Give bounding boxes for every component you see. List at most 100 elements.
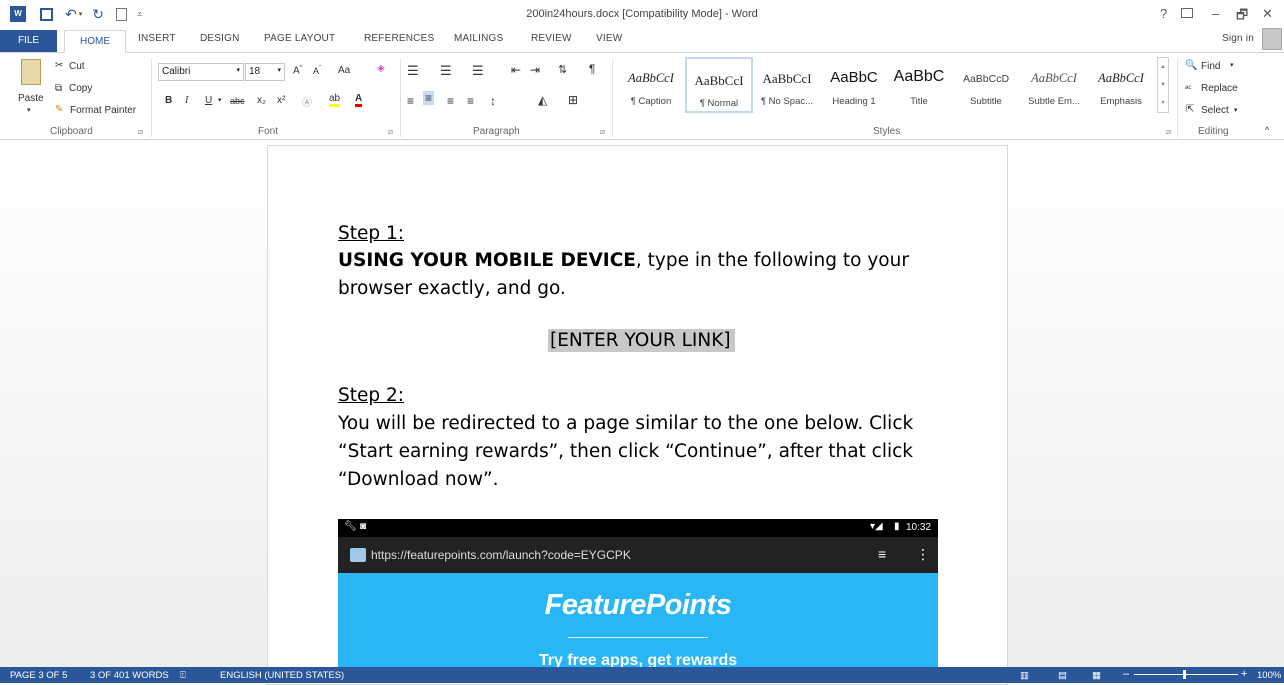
collapse-ribbon-icon[interactable]: ^ [1265,125,1269,135]
word-count[interactable]: 3 OF 401 WORDS [90,670,169,681]
format-painter-icon[interactable]: ✎ [55,104,63,115]
align-right-icon[interactable]: ≡ [447,94,454,108]
clear-formatting-icon[interactable]: ◈ [377,63,385,74]
replace-button[interactable]: Replace [1201,83,1238,94]
page-count[interactable]: PAGE 3 OF 5 [10,670,67,681]
user-avatar-icon[interactable] [1262,28,1282,50]
style-title[interactable]: AaBbC Title [885,57,953,113]
read-mode-icon[interactable]: ▥ [1020,670,1029,681]
align-left-icon[interactable]: ≡ [407,94,414,108]
cut-button[interactable]: Cut [69,61,85,72]
web-layout-icon[interactable]: ▦ [1092,670,1101,681]
tab-mailings[interactable]: MAILINGS [454,33,503,44]
paste-dropdown-icon[interactable]: ▾ [27,106,31,114]
borders-icon[interactable]: ⊞ [568,93,578,107]
cut-icon[interactable]: ✂ [55,60,63,71]
tab-references[interactable]: REFERENCES [364,33,434,44]
find-dropdown-icon[interactable]: ▾ [1230,61,1234,69]
help-icon[interactable]: ? [1160,6,1167,21]
underline-button[interactable]: U [205,95,212,106]
select-dropdown-icon[interactable]: ▾ [1234,106,1238,114]
style-no-spacing[interactable]: AaBbCcI ¶ No Spac... [753,57,821,113]
zoom-slider[interactable] [1134,674,1238,675]
tab-home[interactable]: HOME [64,30,126,53]
subscript-button[interactable]: x₂ [257,95,266,106]
sign-in-link[interactable]: Sign in [1222,33,1254,44]
select-button[interactable]: Select [1201,105,1229,116]
ribbon-display-options-icon[interactable] [1181,8,1193,18]
clipboard-launcher-icon[interactable]: ⧄ [138,127,143,137]
maximize-button[interactable]: 🗗 [1236,6,1248,28]
step1-instruction[interactable]: USING YOUR MOBILE DEVICE, type in the fo… [338,247,909,275]
copy-icon[interactable]: ⧉ [55,83,62,94]
find-icon[interactable]: 🔍 [1185,60,1197,71]
font-launcher-icon[interactable]: ⧄ [388,127,393,137]
align-center-icon[interactable]: ≡ [423,91,435,105]
bold-button[interactable]: B [165,95,172,106]
language-indicator[interactable]: ENGLISH (UNITED STATES) [220,670,344,681]
strikethrough-button[interactable]: abc [230,96,245,106]
zoom-out-button[interactable]: – [1123,668,1129,680]
embedded-screenshot[interactable]: 🔧︎ ◙ ▾◢ ▮ 10:32 https://featurepoints.co… [338,519,938,671]
step2-line3[interactable]: “Download now”. [338,466,499,494]
tab-page-layout[interactable]: PAGE LAYOUT [264,33,335,44]
proofing-icon[interactable]: ⍐ [180,670,186,681]
step2-heading[interactable]: Step 2: [338,382,404,410]
tab-insert[interactable]: INSERT [138,33,176,44]
shrink-font-icon[interactable]: Aˇ [313,66,321,76]
zoom-level[interactable]: 100% [1257,670,1281,681]
step1-heading[interactable]: Step 1: [338,220,404,248]
paste-icon[interactable] [21,59,41,85]
zoom-in-button[interactable]: + [1241,668,1247,680]
italic-button[interactable]: I [185,95,188,106]
styles-launcher-icon[interactable]: ⧄ [1166,127,1171,137]
style-emphasis[interactable]: AaBbCcI Emphasis [1087,57,1155,113]
highlight-color-icon[interactable]: ab [329,93,341,107]
show-formatting-marks-icon[interactable]: ¶ [589,62,595,76]
close-button[interactable]: ✕ [1262,6,1273,22]
justify-icon[interactable]: ≡ [467,94,474,108]
step2-line1[interactable]: You will be redirected to a page similar… [338,410,913,438]
tab-view[interactable]: VIEW [596,33,622,44]
underline-dropdown-icon[interactable]: ▾ [218,96,222,104]
font-name-combo[interactable]: Calibri ▾ [158,63,244,81]
step2-line2[interactable]: “Start earning rewards”, then click “Con… [338,438,913,466]
shading-icon[interactable]: ◭ [538,93,547,107]
print-layout-icon[interactable]: ▤ [1058,670,1067,681]
bullets-icon[interactable]: ☰ [407,63,419,79]
sort-icon[interactable]: ⇅ [558,63,567,76]
line-spacing-icon[interactable]: ↕ [490,94,496,108]
document-page[interactable]: Step 1: USING YOUR MOBILE DEVICE, type i… [267,145,1008,685]
styles-gallery-scroll[interactable]: ▲ ▼ ▾ [1157,57,1169,113]
grow-font-icon[interactable]: A^ [293,65,303,76]
numbering-icon[interactable]: ☰ [440,63,452,79]
change-case-button[interactable]: Aa [338,65,350,76]
copy-button[interactable]: Copy [69,83,92,94]
tab-review[interactable]: REVIEW [531,33,572,44]
font-color-icon[interactable]: A [355,93,363,107]
multilevel-list-icon[interactable]: ☰ [472,63,484,79]
style-subtle-emphasis[interactable]: AaBbCcI Subtle Em... [1020,57,1088,113]
zoom-slider-thumb[interactable] [1183,670,1186,679]
format-painter-button[interactable]: Format Painter [70,105,136,116]
tab-file[interactable]: FILE [0,30,57,52]
document-workspace[interactable]: Step 1: USING YOUR MOBILE DEVICE, type i… [0,141,1284,685]
style-subtitle[interactable]: AaBbCcD Subtitle [952,57,1020,113]
find-button[interactable]: Find [1201,61,1220,72]
style-normal[interactable]: AaBbCcI ¶ Normal [685,57,753,113]
font-size-combo[interactable]: 18 ▾ [245,63,285,81]
decrease-indent-icon[interactable]: ⇤ [511,63,521,77]
increase-indent-icon[interactable]: ⇥ [530,63,540,77]
step1-line2[interactable]: browser exactly, and go. [338,275,566,303]
select-cursor-icon[interactable]: ⇱ [1186,104,1194,115]
tab-design[interactable]: DESIGN [200,33,240,44]
replace-icon[interactable]: ᵃᶜ [1185,83,1192,93]
minimize-button[interactable]: – [1212,6,1219,21]
text-effects-icon[interactable]: Ⓐ [302,94,312,109]
paragraph-launcher-icon[interactable]: ⧄ [600,127,605,137]
style-heading-1[interactable]: AaBbC Heading 1 [820,57,888,113]
style-caption[interactable]: AaBbCcI ¶ Caption [617,57,685,113]
superscript-button[interactable]: x² [277,95,285,106]
link-placeholder[interactable]: [ENTER YOUR LINK] [548,327,735,355]
paste-button[interactable]: Paste [18,93,44,104]
